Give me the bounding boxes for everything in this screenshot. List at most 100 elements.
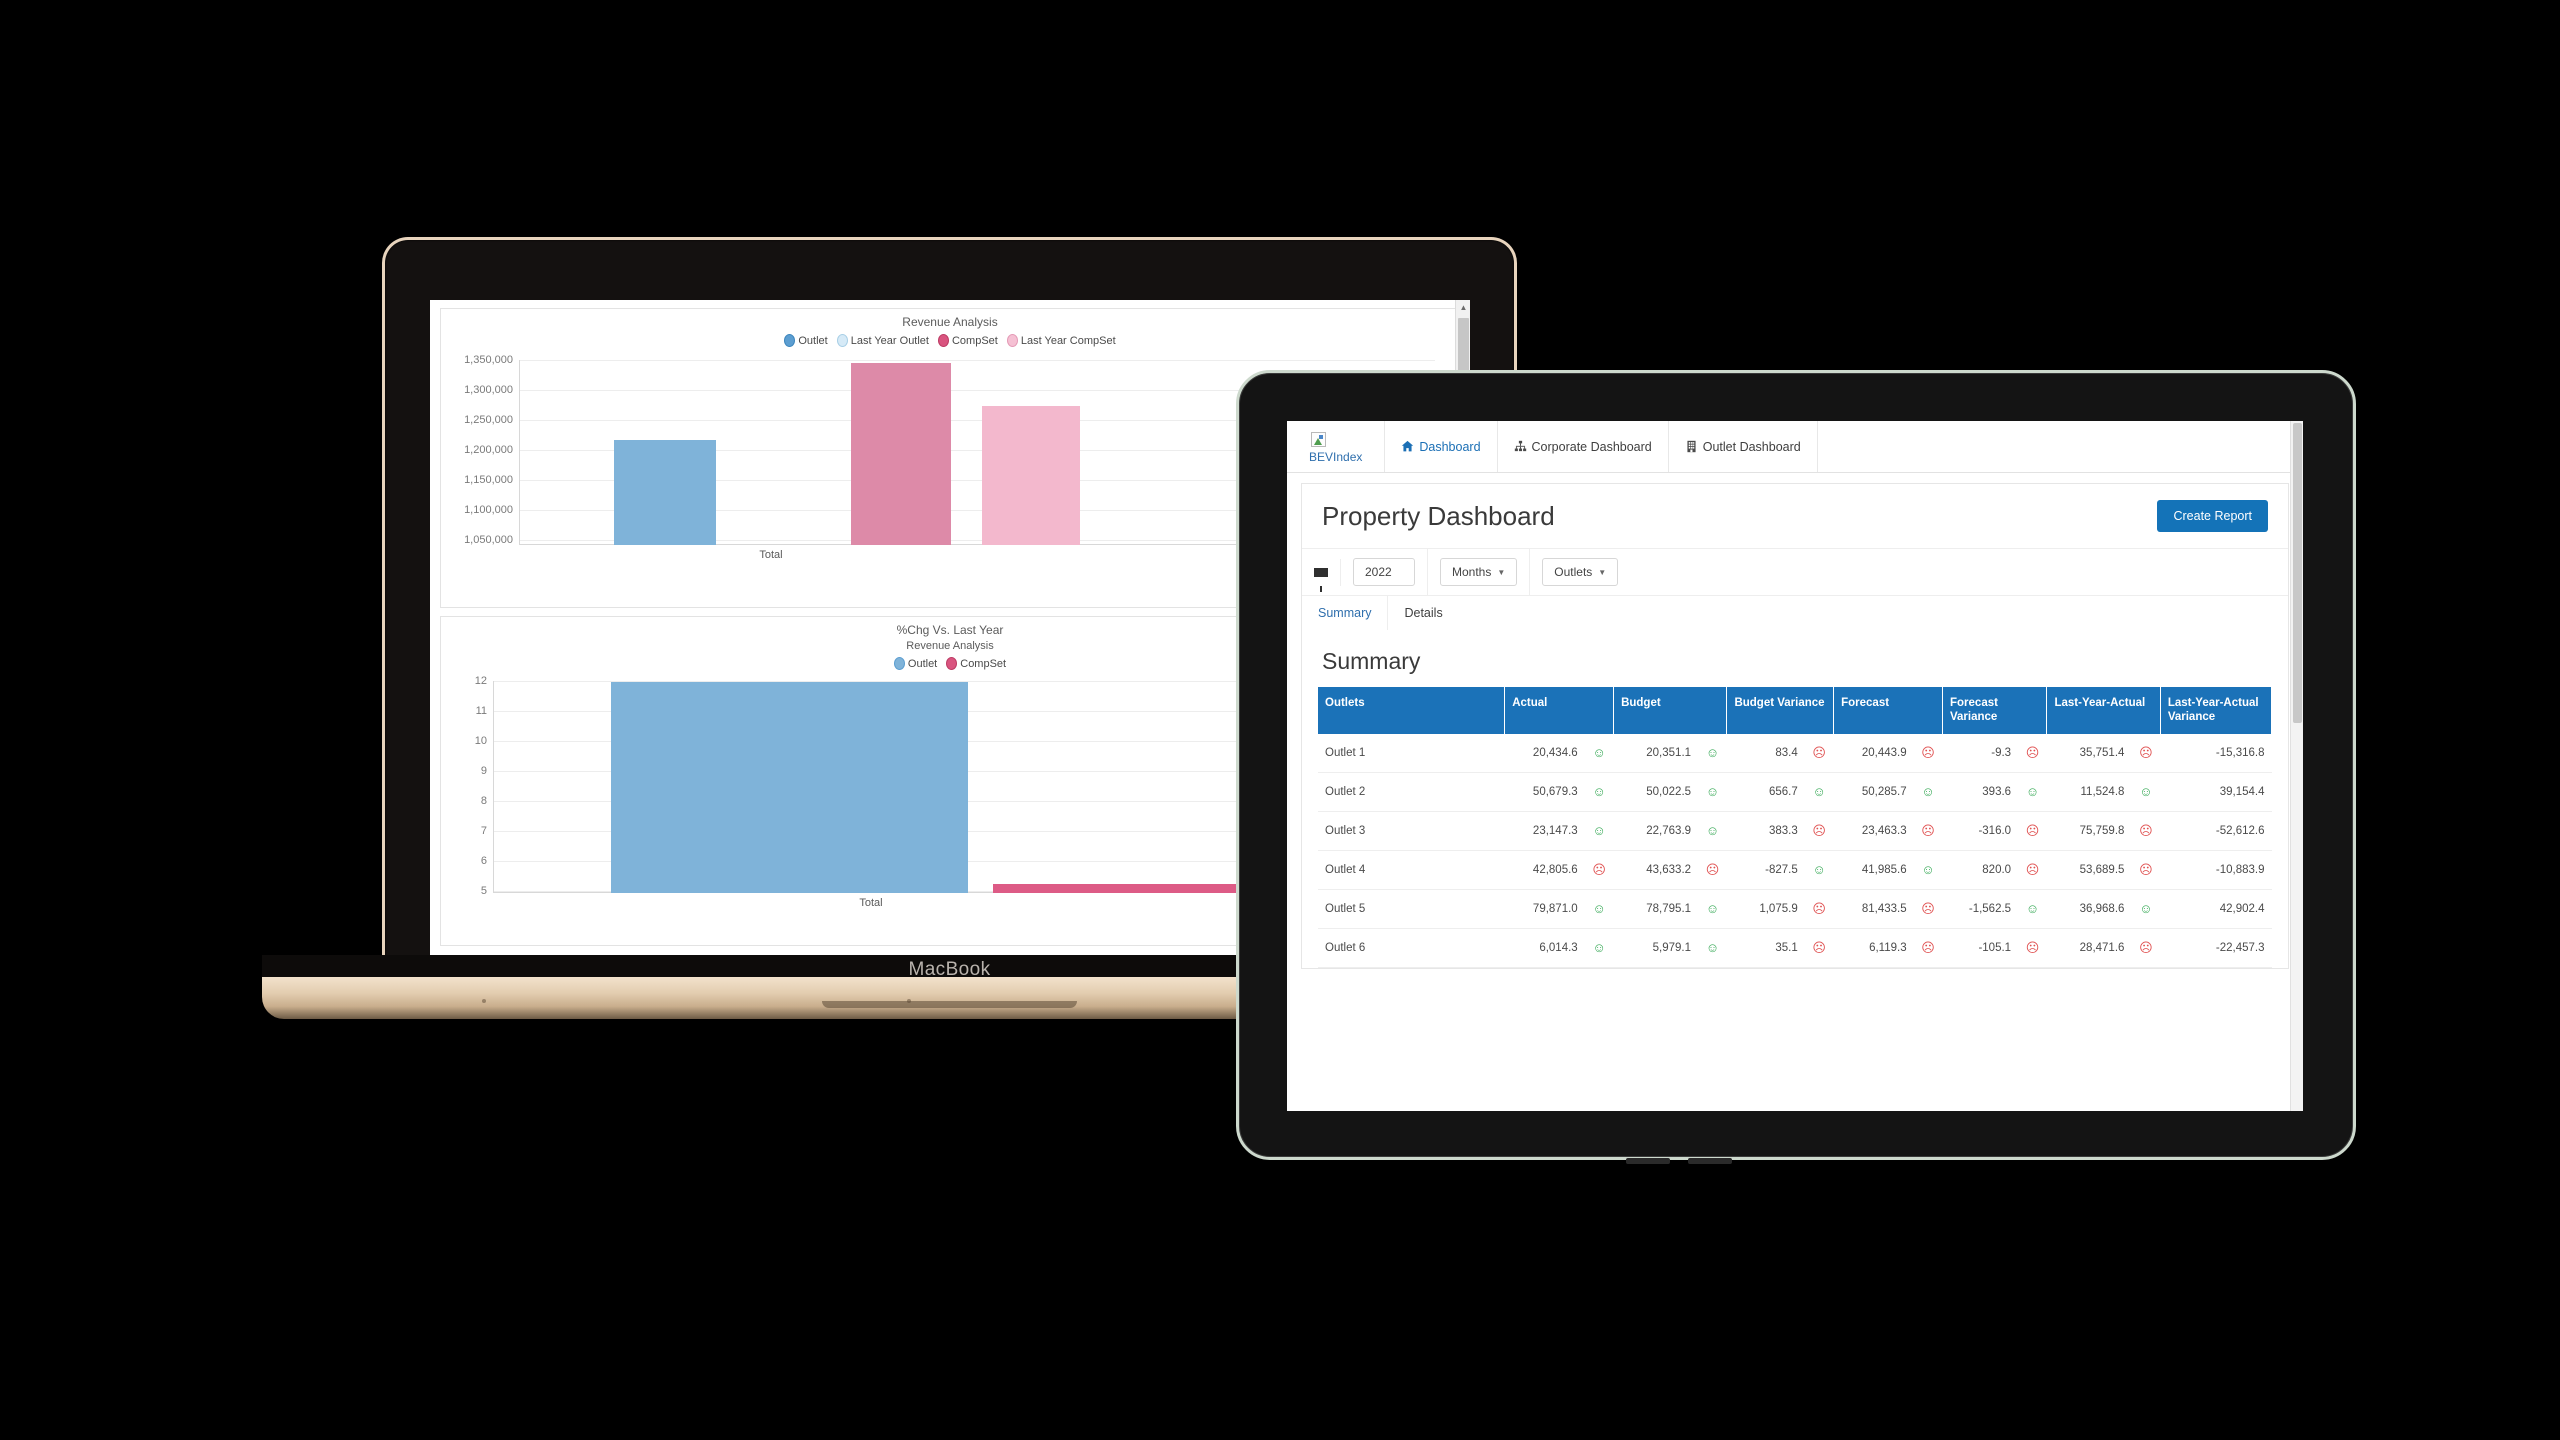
months-dropdown-label: Months xyxy=(1452,565,1492,579)
smiley-face-icon: ☺ xyxy=(2131,772,2161,812)
frowny-face-icon: ☹ xyxy=(2018,928,2047,968)
table-row[interactable]: Outlet 5 79,871.0 ☺ 78,795.1 ☺ 1,075.9 ☹ 81,433… xyxy=(1318,889,2272,929)
table-row[interactable]: Outlet 4 42,805.6 ☹ 43,633.2 ☹ -827.5 ☺ 41,985.… xyxy=(1318,850,2272,890)
legend-item-last-year-outlet[interactable]: Last Year Outlet xyxy=(836,334,929,347)
chevron-down-icon: ▼ xyxy=(1497,567,1506,577)
months-dropdown[interactable]: Months ▼ xyxy=(1440,558,1518,586)
chart1-category-label: Total xyxy=(759,549,783,561)
chevron-down-icon: ▼ xyxy=(1598,567,1607,577)
cell-actual: 23,147.3 xyxy=(1504,811,1585,851)
nav-label-corporate-dashboard: Corporate Dashboard xyxy=(1531,439,1652,454)
frowny-face-icon: ☹ xyxy=(2018,811,2047,851)
col-last-year-actual-variance[interactable]: Last-Year-Actual Variance xyxy=(2160,687,2273,734)
macbook-trackpad-notch xyxy=(822,1001,1077,1008)
smiley-face-icon: ☺ xyxy=(1584,889,1614,929)
legend-label-outlet: Outlet xyxy=(798,334,828,347)
smiley-face-icon: ☺ xyxy=(1698,889,1727,929)
cell-outlet-name: Outlet 5 xyxy=(1318,889,1505,929)
cell-actual: 20,434.6 xyxy=(1504,733,1585,773)
col-actual[interactable]: Actual xyxy=(1504,687,1615,734)
frowny-face-icon: ☹ xyxy=(1913,811,1943,851)
smiley-face-icon: ☺ xyxy=(1698,928,1727,968)
legend-item-outlet[interactable]: Outlet xyxy=(784,334,828,347)
legend-label-last-year-compset: Last Year CompSet xyxy=(1020,334,1116,347)
cell-budget-variance: -827.5 xyxy=(1726,850,1805,890)
legend2-item-outlet[interactable]: Outlet xyxy=(893,657,937,670)
smiley-face-icon: ☺ xyxy=(1913,850,1943,890)
table-row[interactable]: Outlet 2 50,679.3 ☺ 50,022.5 ☺ 656.7 ☺ 50,285.7… xyxy=(1318,772,2272,812)
chart2-ytick-2: 7 xyxy=(480,825,487,837)
frowny-face-icon: ☹ xyxy=(1804,811,1834,851)
legend2-item-compset[interactable]: CompSet xyxy=(946,657,1006,670)
create-report-button[interactable]: Create Report xyxy=(2157,500,2268,532)
cell-forecast-variance: 393.6 xyxy=(1942,772,2019,812)
frowny-face-icon: ☹ xyxy=(1584,850,1614,890)
app-navbar: BEVIndex Dashboard Corporate Dashboard O… xyxy=(1287,421,2303,473)
tab-summary[interactable]: Summary xyxy=(1302,596,1389,630)
devices-mockup-canvas: Revenue Analysis Outlet Last Year Outlet xyxy=(0,0,2560,1440)
chart1-y-axis xyxy=(519,360,520,545)
col-budget-variance[interactable]: Budget Variance xyxy=(1726,687,1835,734)
summary-table-body: Outlet 1 20,434.6 ☺ 20,351.1 ☺ 83.4 ☹ 20,443.9 ☹… xyxy=(1318,733,2272,968)
frowny-face-icon: ☹ xyxy=(2018,733,2047,773)
smiley-face-icon: ☺ xyxy=(2018,772,2047,812)
legend-swatch-last-year-outlet-icon xyxy=(836,334,848,347)
col-budget[interactable]: Budget xyxy=(1613,687,1728,734)
frowny-face-icon: ☹ xyxy=(2131,733,2161,773)
chart1-bar-outlet[interactable] xyxy=(614,440,716,545)
tablet-vertical-scrollbar[interactable] xyxy=(2290,421,2303,1111)
cell-budget-variance: 35.1 xyxy=(1726,928,1805,968)
legend-item-compset[interactable]: CompSet xyxy=(937,334,998,347)
year-input[interactable]: 2022 xyxy=(1353,558,1415,586)
home-icon xyxy=(1402,440,1414,452)
cell-last-year-actual-variance: -10,883.9 xyxy=(2160,850,2272,890)
chart1-ytick-3: 1,200,000 xyxy=(464,444,513,456)
frowny-face-icon: ☹ xyxy=(1804,928,1834,968)
frowny-face-icon: ☹ xyxy=(1804,733,1834,773)
cell-outlet-name: Outlet 4 xyxy=(1318,850,1505,890)
cell-last-year-actual-variance: -22,457.3 xyxy=(2160,928,2272,968)
frowny-face-icon: ☹ xyxy=(1913,928,1943,968)
col-forecast[interactable]: Forecast xyxy=(1833,687,1943,734)
tablet-device: BEVIndex Dashboard Corporate Dashboard O… xyxy=(1236,370,2356,1164)
dashboard-card: Property Dashboard Create Report 2022 Mo… xyxy=(1301,483,2289,969)
cell-forecast: 23,463.3 xyxy=(1833,811,1914,851)
table-row[interactable]: Outlet 3 23,147.3 ☺ 22,763.9 ☺ 383.3 ☹ 23,463.3… xyxy=(1318,811,2272,851)
cell-outlet-name: Outlet 3 xyxy=(1318,811,1505,851)
tab-details[interactable]: Details xyxy=(1388,596,1458,630)
chart1-bar-last-year-compset[interactable] xyxy=(982,406,1080,545)
brand-logo-area[interactable]: BEVIndex xyxy=(1287,421,1386,472)
macbook-foot-dot-left xyxy=(482,999,486,1003)
nav-item-corporate-dashboard[interactable]: Corporate Dashboard xyxy=(1498,421,1669,472)
col-forecast-variance[interactable]: Forecast Variance xyxy=(1942,687,2048,734)
cell-budget: 50,022.5 xyxy=(1613,772,1699,812)
cell-forecast-variance: -9.3 xyxy=(1942,733,2019,773)
cell-budget: 78,795.1 xyxy=(1613,889,1699,929)
chart2-bar-outlet[interactable] xyxy=(611,682,968,893)
cell-forecast-variance: -1,562.5 xyxy=(1942,889,2019,929)
legend-label-last-year-outlet: Last Year Outlet xyxy=(850,334,929,347)
chart1-bar-compset[interactable] xyxy=(851,363,951,545)
scroll-up-arrow-icon[interactable]: ▲ xyxy=(1456,300,1470,315)
cell-last-year-actual: 35,751.4 xyxy=(2046,733,2132,773)
outlets-dropdown[interactable]: Outlets ▼ xyxy=(1542,558,1619,586)
tablet-scrollbar-thumb[interactable] xyxy=(2293,423,2302,723)
frowny-face-icon: ☹ xyxy=(1913,889,1943,929)
col-last-year-actual[interactable]: Last-Year-Actual xyxy=(2046,687,2161,734)
table-row[interactable]: Outlet 1 20,434.6 ☺ 20,351.1 ☺ 83.4 ☹ 20,443.9 ☹… xyxy=(1318,733,2272,773)
cell-last-year-actual-variance: -15,316.8 xyxy=(2160,733,2272,773)
legend-item-last-year-compset[interactable]: Last Year CompSet xyxy=(1006,334,1116,347)
cell-budget: 20,351.1 xyxy=(1613,733,1699,773)
table-row[interactable]: Outlet 6 6,014.3 ☺ 5,979.1 ☺ 35.1 ☹ 6,119.3 ☹ -10… xyxy=(1318,928,2272,968)
nav-item-outlet-dashboard[interactable]: Outlet Dashboard xyxy=(1669,421,1818,472)
year-filter-cell: 2022 xyxy=(1341,549,1428,595)
smiley-face-icon: ☺ xyxy=(1584,811,1614,851)
col-outlets[interactable]: Outlets xyxy=(1318,687,1506,734)
cell-forecast: 6,119.3 xyxy=(1833,928,1914,968)
nav-item-dashboard[interactable]: Dashboard xyxy=(1385,421,1498,472)
filter-icon-cell[interactable] xyxy=(1302,558,1341,592)
cell-last-year-actual-variance: -52,612.6 xyxy=(2160,811,2272,851)
cell-budget-variance: 656.7 xyxy=(1726,772,1805,812)
cell-forecast: 41,985.6 xyxy=(1833,850,1914,890)
cell-budget-variance: 383.3 xyxy=(1726,811,1805,851)
